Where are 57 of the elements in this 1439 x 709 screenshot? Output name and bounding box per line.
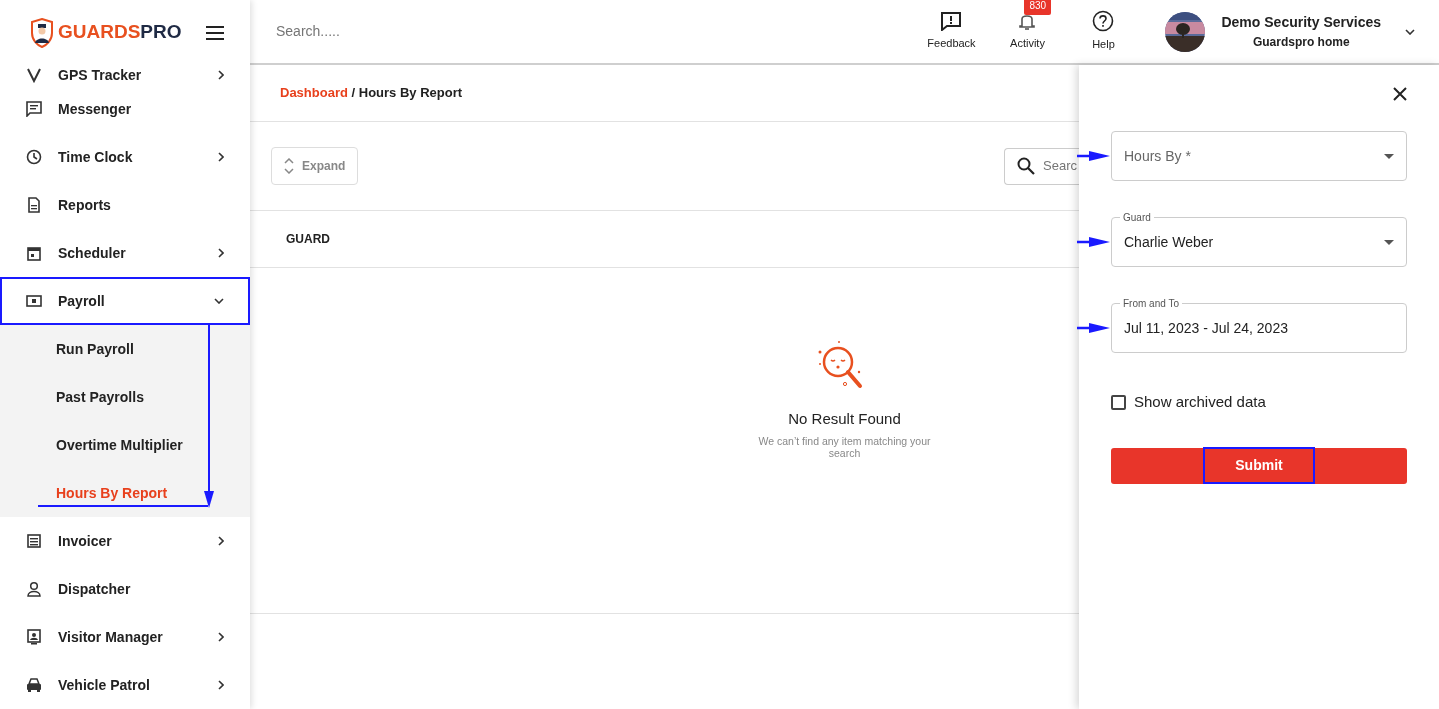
chevron-down-icon xyxy=(214,298,224,304)
shield-logo-icon xyxy=(30,17,54,48)
sidebar-item[interactable]: Time Clock xyxy=(0,133,250,181)
sidebar-item[interactable]: Vehicle Patrol xyxy=(0,661,250,709)
list-icon xyxy=(26,533,42,549)
sidebar-item[interactable]: Scheduler xyxy=(0,229,250,277)
expand-icon xyxy=(284,158,294,174)
toolbar-button[interactable]: Help xyxy=(1073,9,1134,54)
expand-button[interactable]: Expand xyxy=(271,147,359,185)
close-icon[interactable] xyxy=(1393,87,1407,101)
sidebar-item[interactable]: Invoicer xyxy=(0,517,250,565)
chat-icon xyxy=(26,101,42,117)
breadcrumb: Dashboard / Hours By Report xyxy=(280,84,463,103)
sidebar-item[interactable]: Reports xyxy=(0,181,250,229)
clock-icon xyxy=(26,149,42,165)
toolbar-button[interactable]: Feedback xyxy=(921,10,982,53)
checkbox[interactable] xyxy=(1111,394,1126,410)
column-header: GUARD xyxy=(286,231,330,248)
dropdown-caret-icon xyxy=(1384,239,1394,245)
document-icon xyxy=(26,197,42,213)
checkbox-label: Show archived data xyxy=(1134,392,1266,412)
account-name: Demo Security Services xyxy=(1221,13,1381,32)
calendar-icon xyxy=(26,245,42,261)
help-icon xyxy=(1092,10,1115,33)
submit-button[interactable]: Submit xyxy=(1111,447,1407,484)
submenu-item[interactable]: Overtime Multiplier xyxy=(0,421,250,469)
badge-person-icon xyxy=(26,629,42,645)
banknote-icon xyxy=(26,293,42,309)
account-subtitle: Guardspro home xyxy=(1252,34,1350,51)
chevron-right-icon xyxy=(218,632,224,642)
table-search-field[interactable]: Searc xyxy=(1004,147,1079,185)
dropdown-caret-icon xyxy=(1384,153,1394,159)
submenu-item[interactable]: Past Payrolls xyxy=(0,373,250,421)
submenu-item[interactable]: Hours By Report xyxy=(0,469,250,517)
menu-icon[interactable] xyxy=(206,25,224,40)
sidebar-item[interactable]: Messenger xyxy=(0,85,250,133)
feedback-icon xyxy=(940,11,963,32)
sidebar-item[interactable]: Payroll xyxy=(0,277,250,325)
chevron-right-icon xyxy=(218,248,224,258)
chevron-right-icon xyxy=(218,152,224,162)
person-icon xyxy=(26,581,42,597)
chevron-right-icon xyxy=(218,536,224,546)
breadcrumb-link[interactable]: Dashboard xyxy=(280,85,348,101)
sidebar-item[interactable]: Dispatcher xyxy=(0,565,250,613)
brand-name: GUARDSPRO xyxy=(58,20,182,45)
notification-count: 830 xyxy=(1024,0,1052,16)
chevron-right-icon xyxy=(218,70,224,80)
empty-message: We can’t find any item matching your search xyxy=(757,434,932,460)
sidebar-item[interactable]: GPS Tracker xyxy=(0,65,250,85)
car-icon xyxy=(26,677,42,693)
chevron-down-icon[interactable] xyxy=(1405,28,1415,35)
select-field[interactable]: Hours By * xyxy=(1111,131,1407,181)
search-icon xyxy=(1017,157,1035,175)
submenu-item[interactable]: Run Payroll xyxy=(0,325,250,373)
empty-title: No Result Found xyxy=(788,409,901,429)
chevron-right-icon xyxy=(218,680,224,690)
sidebar-item[interactable]: Visitor Manager xyxy=(0,613,250,661)
